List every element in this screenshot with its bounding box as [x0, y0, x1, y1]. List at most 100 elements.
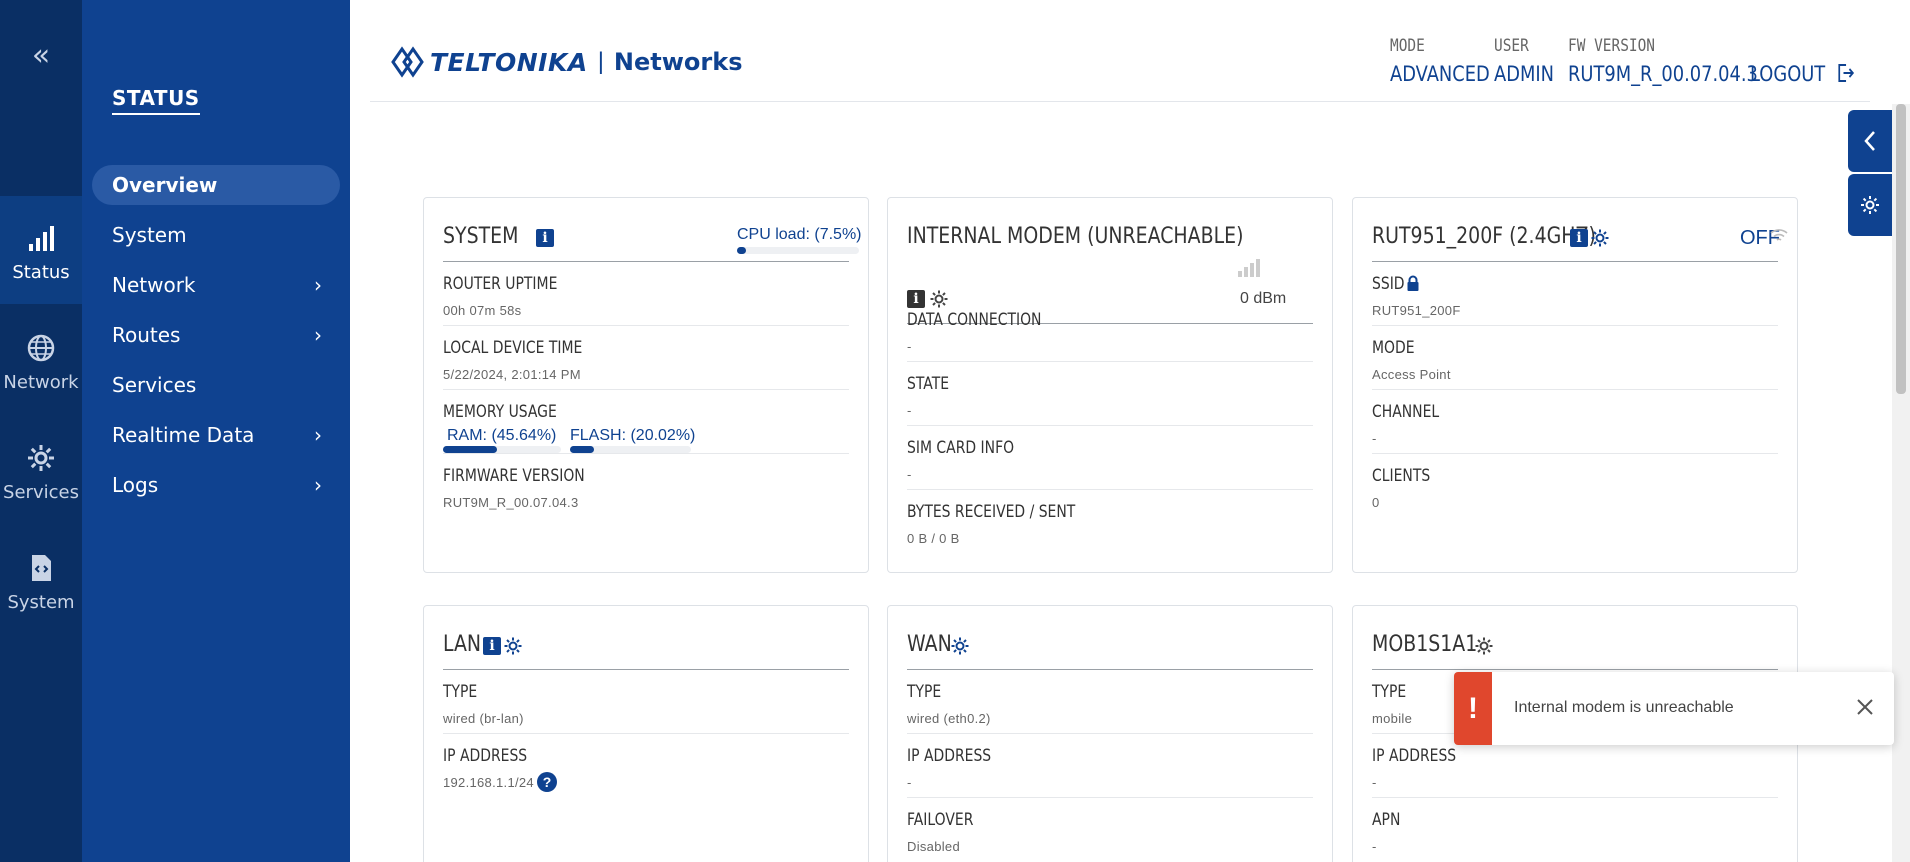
- section-menu: STATUS Overview System Network › Routes › …: [82, 0, 350, 862]
- firmware-version-value: RUT9M_R_00.07.04.3: [443, 495, 579, 510]
- apn-value: -: [1372, 839, 1377, 854]
- lock-icon: [1407, 275, 1419, 291]
- lan-card-header: LAN i: [443, 632, 849, 670]
- logout-button[interactable]: LOGOUT: [1750, 62, 1855, 86]
- sim-card-info-value: -: [907, 467, 912, 482]
- firmware-version-label: FIRMWARE VERSION: [443, 466, 585, 486]
- ram-usage-fill: [443, 446, 497, 453]
- rail-item-label: System: [7, 592, 75, 613]
- bytes-field: BYTES RECEIVED / SENT 0 B / 0 B: [907, 490, 1313, 554]
- ssid-label: SSID: [1372, 274, 1405, 294]
- ssid-field: SSID RUT951_200F: [1372, 262, 1778, 326]
- mobile-type-label: TYPE: [1372, 682, 1407, 702]
- clients-field: CLIENTS 0: [1372, 454, 1778, 518]
- user-indicator: USER ADMIN: [1494, 36, 1565, 86]
- gear-icon[interactable]: [1474, 636, 1494, 656]
- wan-type-value: wired (eth0.2): [907, 711, 991, 726]
- user-value[interactable]: ADMIN: [1494, 62, 1554, 86]
- wan-card: WAN TYPE wired (eth0.2) IP ADDRESS - FAI…: [887, 605, 1333, 862]
- info-icon[interactable]: i: [483, 637, 501, 655]
- state-value: -: [907, 403, 912, 418]
- flash-usage-label: FLASH: (20.02%): [570, 427, 696, 444]
- chevron-right-icon: ›: [314, 323, 322, 347]
- apn-field: APN -: [1372, 798, 1778, 862]
- info-icon[interactable]: i: [1570, 229, 1588, 247]
- menu-item-logs[interactable]: Logs ›: [92, 465, 340, 505]
- page-scrollbar-thumb[interactable]: [1896, 104, 1906, 394]
- menu-item-system[interactable]: System: [92, 215, 340, 255]
- menu-item-label: Logs: [112, 473, 159, 497]
- lan-card: LAN i TYPE wired (br-lan) IP ADDRESS 192…: [423, 605, 869, 862]
- mobile-card-header: MOB1S1A1: [1372, 632, 1778, 670]
- failover-value: Disabled: [907, 839, 960, 854]
- rail-item-network[interactable]: Network: [0, 306, 82, 414]
- logo-text: TELTONIKA: [430, 47, 588, 77]
- system-card-header: SYSTEM i CPU load: (7.5%): [443, 224, 862, 262]
- sim-card-info-field: SIM CARD INFO -: [907, 426, 1313, 490]
- system-card: SYSTEM i CPU load: (7.5%) ROUTER UPTIME …: [423, 197, 869, 573]
- menu-item-network[interactable]: Network ›: [92, 265, 340, 305]
- gear-icon[interactable]: [1590, 228, 1610, 248]
- lan-ip-value: 192.168.1.1/24: [443, 775, 534, 790]
- menu-item-label: System: [112, 223, 187, 247]
- menu-item-overview[interactable]: Overview: [92, 165, 340, 205]
- internal-modem-card: INTERNAL MODEM (UNREACHABLE) 0 dBm i DAT…: [887, 197, 1333, 573]
- menu-item-label: Realtime Data: [112, 423, 255, 447]
- wan-card-title: WAN: [907, 632, 952, 657]
- state-field: STATE -: [907, 362, 1313, 426]
- wifi-mode-value: Access Point: [1372, 367, 1451, 382]
- mobile-card-title: MOB1S1A1: [1372, 632, 1478, 657]
- wan-ip-label: IP ADDRESS: [907, 746, 992, 766]
- channel-label: CHANNEL: [1372, 402, 1440, 422]
- firmware-version-field: FIRMWARE VERSION RUT9M_R_00.07.04.3: [443, 454, 849, 518]
- menu-item-realtime-data[interactable]: Realtime Data ›: [92, 415, 340, 455]
- channel-field: CHANNEL -: [1372, 390, 1778, 454]
- lan-ip-label: IP ADDRESS: [443, 746, 528, 766]
- gear-icon[interactable]: [950, 636, 970, 656]
- gear-icon[interactable]: [503, 636, 523, 656]
- close-icon[interactable]: [1854, 696, 1876, 718]
- help-icon[interactable]: ?: [537, 772, 557, 792]
- wan-card-header: WAN: [907, 632, 1313, 670]
- menu-item-label: Network: [112, 273, 196, 297]
- rail-item-label: Status: [12, 262, 70, 283]
- rail-item-label: Network: [3, 372, 79, 393]
- fw-version-value[interactable]: RUT9M_R_00.07.04.3: [1568, 62, 1758, 86]
- gear-icon: [1861, 196, 1879, 214]
- signal-bars-icon: [29, 226, 54, 251]
- modem-card-title: INTERNAL MODEM (UNREACHABLE): [907, 224, 1244, 249]
- wan-type-field: TYPE wired (eth0.2): [907, 670, 1313, 734]
- rail-item-status[interactable]: Status: [0, 196, 82, 304]
- menu-item-routes[interactable]: Routes ›: [92, 315, 340, 355]
- signal-strength-icon: [1238, 259, 1260, 277]
- icon-rail: « Status Network Services System: [0, 0, 82, 862]
- local-device-time-value: 5/22/2024, 2:01:14 PM: [443, 367, 581, 382]
- router-uptime-value: 00h 07m 58s: [443, 303, 522, 318]
- rail-item-services[interactable]: Services: [0, 416, 82, 524]
- teltonika-logo-mark-icon: [391, 46, 424, 78]
- menu-item-services[interactable]: Services: [92, 365, 340, 405]
- teltonika-logo[interactable]: TELTONIKA | Networks: [390, 42, 743, 82]
- mobile-ip-value: -: [1372, 775, 1377, 790]
- mode-indicator: MODE ADVANCED: [1390, 36, 1507, 86]
- menu-item-label: Routes: [112, 323, 181, 347]
- chevron-right-icon: ›: [314, 473, 322, 497]
- clients-value: 0: [1372, 495, 1380, 510]
- menu-item-label: Overview: [112, 173, 218, 197]
- cpu-load-fill: [737, 247, 747, 254]
- mobile-ip-label: IP ADDRESS: [1372, 746, 1457, 766]
- memory-usage-field: MEMORY USAGE RAM: (45.64%) FLASH: (20.02…: [443, 390, 849, 454]
- wifi-card: RUT951_200F (2.4GHZ) i OFF SSID RUT951_2…: [1352, 197, 1798, 573]
- quick-settings-button[interactable]: [1848, 174, 1892, 236]
- info-icon[interactable]: i: [536, 229, 554, 247]
- code-file-icon: [32, 555, 51, 581]
- mode-value[interactable]: ADVANCED: [1390, 62, 1490, 86]
- rail-item-system[interactable]: System: [0, 526, 82, 634]
- logo-suffix: Networks: [613, 48, 743, 76]
- apn-label: APN: [1372, 810, 1401, 830]
- collapse-sidebar-button[interactable]: «: [0, 38, 82, 74]
- chevron-right-icon: ›: [314, 273, 322, 297]
- open-panel-button[interactable]: [1848, 110, 1892, 172]
- wifi-card-title: RUT951_200F (2.4GHZ): [1372, 224, 1596, 249]
- top-header: TELTONIKA | Networks MODE ADVANCED USER …: [370, 0, 1870, 102]
